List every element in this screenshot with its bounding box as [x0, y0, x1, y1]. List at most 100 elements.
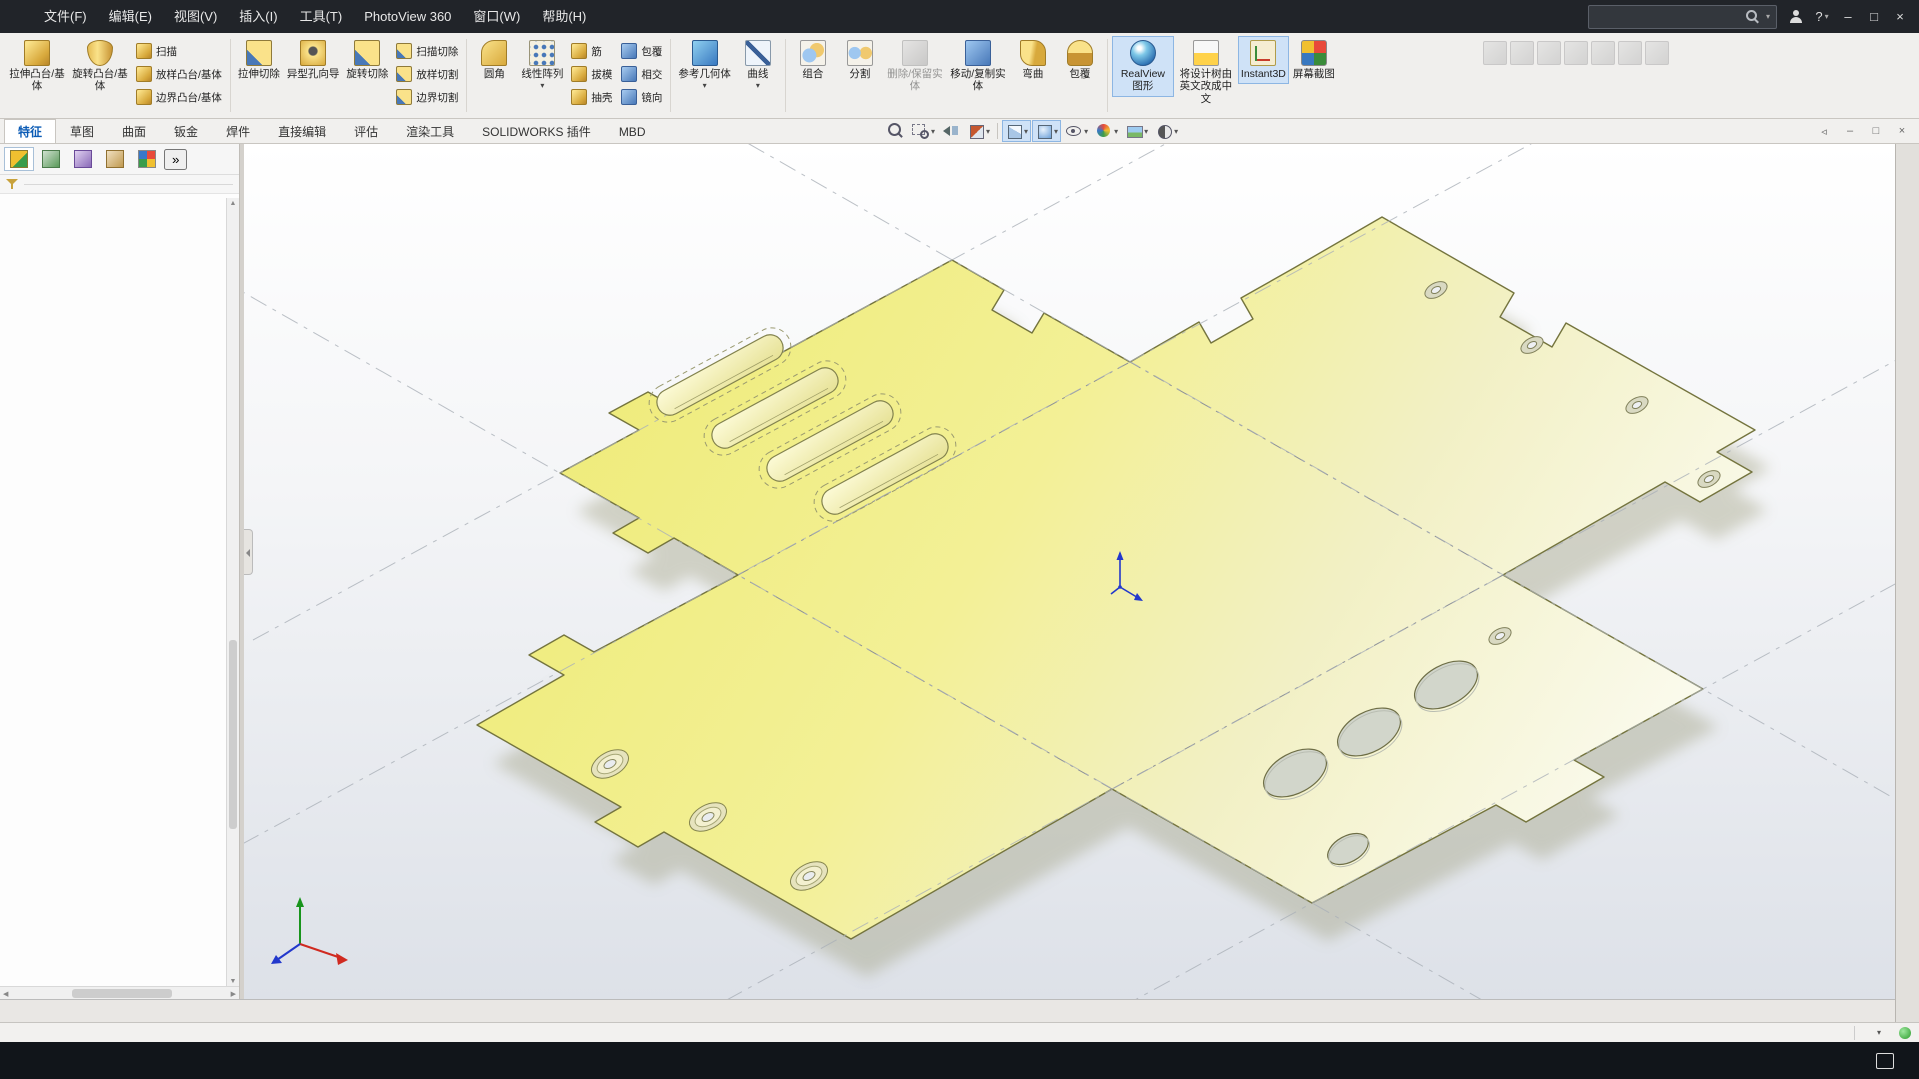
- previous-view-button[interactable]: [939, 120, 963, 142]
- realview-graphics-button[interactable]: RealView 图形: [1111, 36, 1174, 97]
- tab-weldments[interactable]: 焊件: [212, 119, 264, 143]
- instant3d-button[interactable]: Instant3D: [1237, 36, 1289, 85]
- configurationmanager-tab[interactable]: [68, 147, 98, 171]
- tree-vertical-scrollbar[interactable]: ▲ ▼: [226, 198, 239, 987]
- edit-appearance-button[interactable]: ▾: [1092, 120, 1121, 142]
- mirror-button[interactable]: 镜向: [617, 87, 666, 107]
- revolved-boss-button[interactable]: 旋转凸台/基体: [69, 36, 131, 97]
- menu-tools[interactable]: 工具(T): [289, 0, 354, 33]
- featuremanager-tab[interactable]: [4, 147, 34, 171]
- lofted-boss-button[interactable]: 放样凸台/基体: [132, 64, 226, 84]
- swept-boss-button[interactable]: 扫描: [132, 41, 226, 61]
- wrap-feature-button[interactable]: 包覆: [1057, 36, 1103, 84]
- extruded-cut-icon: [245, 40, 272, 66]
- view-settings-button[interactable]: ▾: [1152, 120, 1181, 142]
- filter-funnel-icon[interactable]: [6, 178, 18, 190]
- displaymanager-tab[interactable]: [132, 147, 162, 171]
- restore-button[interactable]: □: [1861, 4, 1887, 30]
- scroll-right-icon[interactable]: ▶: [231, 990, 236, 998]
- panel-collapse-handle[interactable]: [244, 529, 253, 576]
- vertical-scroll-thumb[interactable]: [229, 639, 237, 830]
- reference-geometry-button[interactable]: 参考几何体 ▾: [675, 36, 734, 94]
- tab-surfaces[interactable]: 曲面: [108, 119, 160, 143]
- revolved-cut-button[interactable]: 旋转切除: [343, 36, 391, 84]
- graphics-canvas[interactable]: [244, 144, 1895, 1000]
- extruded-cut-button[interactable]: 拉伸切除: [235, 36, 283, 84]
- doc-close-button[interactable]: ×: [1891, 121, 1913, 141]
- tree-translate-button[interactable]: 将设计树由英文改成中文: [1175, 36, 1237, 109]
- zoom-fit-button[interactable]: [884, 120, 908, 142]
- horizontal-scroll-thumb[interactable]: [71, 989, 173, 998]
- dimxpert-tab[interactable]: [100, 147, 130, 171]
- units-selector[interactable]: ▾: [1873, 1028, 1881, 1037]
- tree-horizontal-scrollbar[interactable]: ◀ ▶: [0, 986, 239, 1000]
- help-button[interactable]: ? ▾: [1809, 4, 1835, 30]
- close-button[interactable]: ×: [1887, 4, 1913, 30]
- minimize-button[interactable]: –: [1835, 4, 1861, 30]
- menu-file[interactable]: 文件(F): [33, 0, 98, 33]
- lofted-cut-button[interactable]: 放样切割: [392, 64, 462, 84]
- tray-expand-icon[interactable]: [1828, 1060, 1840, 1062]
- search-input[interactable]: [1595, 8, 1740, 25]
- tab-sheet-metal[interactable]: 钣金: [160, 119, 212, 143]
- tab-mbd[interactable]: MBD: [605, 119, 660, 143]
- extruded-boss-button[interactable]: 拉伸凸台/基体: [6, 36, 68, 97]
- shell-button[interactable]: 抽壳: [567, 87, 616, 107]
- search-caret-icon[interactable]: ▾: [1766, 12, 1770, 21]
- user-account-button[interactable]: [1783, 4, 1809, 30]
- split-button[interactable]: 分割: [837, 36, 883, 84]
- apply-scene-button[interactable]: ▾: [1122, 120, 1151, 142]
- wrap-button[interactable]: 包覆: [617, 41, 666, 61]
- tab-render-tools[interactable]: 渲染工具: [392, 119, 468, 143]
- hole-wizard-button[interactable]: 异型孔向导: [284, 36, 343, 84]
- boundary-boss-button[interactable]: 边界凸台/基体: [132, 87, 226, 107]
- combine-button[interactable]: 组合: [790, 36, 836, 84]
- section-view-button[interactable]: ▾: [964, 120, 993, 142]
- hide-show-items-button[interactable]: ▾: [1062, 120, 1091, 142]
- search-icon[interactable]: [1745, 9, 1760, 24]
- ribbon-group: 圆角 线性阵列 ▾ 筋拔模抽壳 包覆相交镜向: [469, 35, 668, 116]
- panel-tabs: »: [0, 144, 239, 175]
- scroll-down-icon[interactable]: ▼: [230, 978, 237, 985]
- doc-restore-button[interactable]: □: [1865, 121, 1887, 141]
- display-style-button[interactable]: ▾: [1032, 120, 1062, 142]
- command-search[interactable]: ▾: [1588, 4, 1777, 29]
- scroll-up-icon[interactable]: ▲: [230, 200, 237, 207]
- menu-view[interactable]: 视图(V): [163, 0, 228, 33]
- tree-filter-bar[interactable]: [0, 175, 239, 194]
- menu-insert[interactable]: 插入(I): [228, 0, 288, 33]
- propertymanager-tab[interactable]: [36, 147, 66, 171]
- tab-features[interactable]: 特征: [4, 119, 57, 143]
- tab-evaluate[interactable]: 评估: [340, 119, 392, 143]
- screen-capture-button[interactable]: 屏幕截图: [1290, 36, 1338, 84]
- curves-button[interactable]: 曲线 ▾: [735, 36, 781, 94]
- notification-center-icon[interactable]: [1876, 1052, 1894, 1069]
- boundary-cut-button[interactable]: 边界切割: [392, 87, 462, 107]
- view-orientation-button[interactable]: ▾: [1002, 120, 1032, 142]
- doc-prev-window-button[interactable]: ◃: [1813, 121, 1835, 141]
- flex-button[interactable]: 弯曲: [1010, 36, 1056, 84]
- wrap-feature-icon: [1066, 40, 1093, 66]
- extruded-boss-icon: [24, 40, 50, 66]
- draft-button[interactable]: 拔模: [567, 64, 616, 84]
- graphics-viewport[interactable]: [244, 144, 1895, 1000]
- doc-minimize-button[interactable]: –: [1839, 121, 1861, 141]
- panel-flyout-button[interactable]: »: [164, 148, 188, 170]
- scroll-left-icon[interactable]: ◀: [3, 990, 8, 998]
- fillet-button[interactable]: 圆角: [471, 36, 517, 84]
- ribbon-group: RealView 图形 将设计树由英文改成中文 Instant3D 屏幕截图: [1110, 35, 1340, 116]
- zoom-area-button[interactable]: ▾: [909, 120, 938, 142]
- swept-cut-button[interactable]: 扫描切除: [392, 41, 462, 61]
- menu-edit[interactable]: 编辑(E): [98, 0, 163, 33]
- tab-solidworks-addins[interactable]: SOLIDWORKS 插件: [468, 119, 605, 143]
- intersect-button[interactable]: 相交: [617, 64, 666, 84]
- tab-direct-editing[interactable]: 直接编辑: [264, 119, 340, 143]
- rib-button[interactable]: 筋: [567, 41, 616, 61]
- tab-sketch[interactable]: 草图: [56, 119, 108, 143]
- menu-photoview-360[interactable]: PhotoView 360: [353, 0, 462, 33]
- rib-icon: [571, 43, 588, 59]
- menu-help[interactable]: 帮助(H): [531, 0, 597, 33]
- linear-pattern-button[interactable]: 线性阵列 ▾: [518, 36, 566, 94]
- move-copy-body-button[interactable]: 移动/复制实体: [947, 36, 1009, 97]
- menu-window[interactable]: 窗口(W): [462, 0, 531, 33]
